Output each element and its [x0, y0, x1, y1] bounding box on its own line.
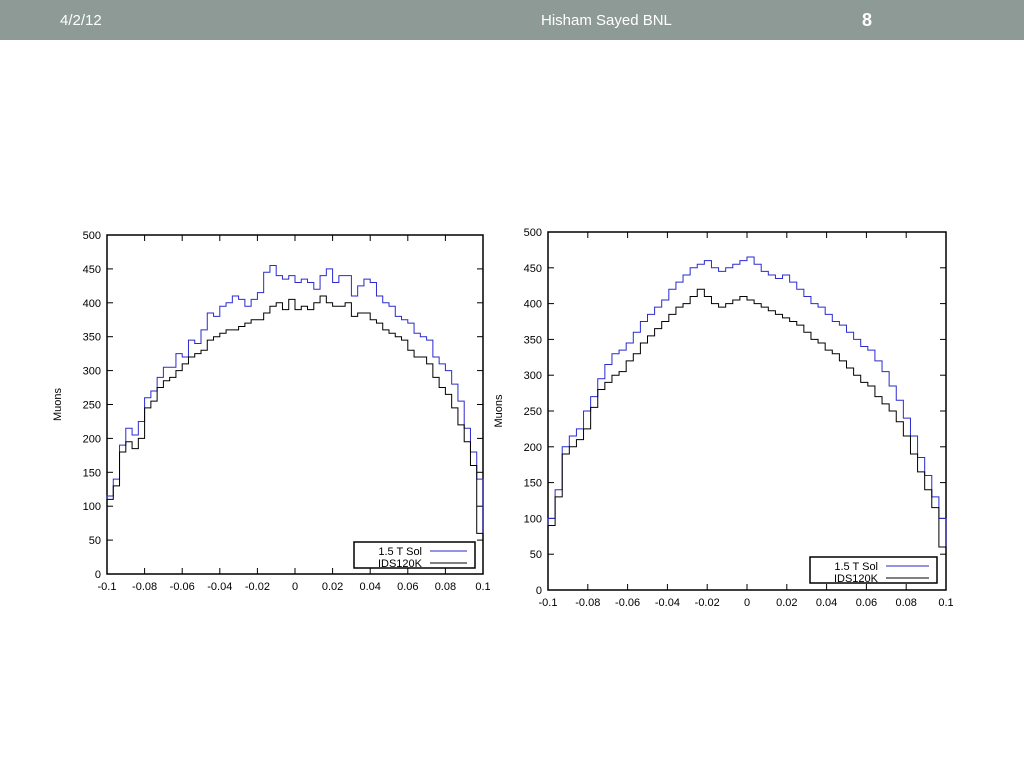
x-tick-label: -0.06 — [615, 597, 640, 609]
y-tick-label: 450 — [83, 264, 101, 276]
legend-label: 1.5 T Sol — [834, 561, 878, 573]
legend-label: IDS120K — [378, 558, 423, 570]
y-axis-label: Muons — [493, 394, 505, 428]
legend-label: IDS120K — [834, 573, 879, 585]
y-tick-label: 350 — [524, 334, 542, 346]
y-tick-label: 150 — [83, 467, 101, 479]
y-tick-label: 350 — [83, 332, 101, 344]
x-tick-label: 0.02 — [776, 597, 797, 609]
x-tick-label: -0.08 — [132, 581, 157, 593]
x-tick-label: 0.04 — [816, 597, 837, 609]
y-tick-label: 250 — [83, 400, 101, 412]
x-tick-label: 0.02 — [322, 581, 343, 593]
histogram-chart-right: 0 50 100 150 200 250 300 350 400 450 500 -0.1 -0.08 -… — [493, 227, 954, 609]
slide-author: Hisham Sayed BNL — [541, 12, 672, 29]
series-line-ids120k — [547, 288, 947, 590]
y-tick-label: 100 — [83, 501, 101, 513]
y-tick-label: 200 — [83, 433, 101, 445]
y-tick-label: 250 — [524, 406, 542, 418]
slide-header-bar: 4/2/12 Hisham Sayed BNL 8 — [0, 0, 1024, 40]
y-tick-label: 400 — [83, 298, 101, 310]
slide-page-number: 8 — [862, 10, 873, 30]
series-line-sol — [547, 256, 947, 590]
y-tick-label: 100 — [524, 513, 542, 525]
x-tick-label: 0 — [292, 581, 298, 593]
x-tick-label: -0.1 — [98, 581, 117, 593]
y-tick-label: 400 — [524, 299, 542, 311]
y-tick-label: 0 — [95, 569, 101, 581]
slide-date: 4/2/12 — [60, 12, 102, 29]
x-tick-label: 0.04 — [359, 581, 380, 593]
plot-frame — [106, 234, 484, 575]
x-tick-label: -0.04 — [207, 581, 232, 593]
y-axis-label: Muons — [52, 387, 64, 421]
y-tick-label: 300 — [83, 366, 101, 378]
y-tick-label: 500 — [524, 227, 542, 239]
x-tick-label: 0.08 — [895, 597, 916, 609]
legend-label: 1.5 T Sol — [378, 546, 422, 558]
x-tick-label: 0 — [744, 597, 750, 609]
x-tick-label: 0.1 — [938, 597, 953, 609]
x-tick-label: 0.08 — [435, 581, 456, 593]
x-tick-label: -0.04 — [655, 597, 680, 609]
x-tick-label: -0.02 — [245, 581, 270, 593]
x-tick-label: -0.06 — [170, 581, 195, 593]
y-tick-label: 200 — [524, 442, 542, 454]
x-tick-label: 0.06 — [856, 597, 877, 609]
x-tick-label: 0.06 — [397, 581, 418, 593]
series-line-sol — [106, 265, 484, 574]
y-tick-label: 500 — [83, 230, 101, 242]
y-tick-label: 50 — [89, 535, 101, 547]
y-tick-label: 150 — [524, 478, 542, 490]
x-tick-label: -0.1 — [539, 597, 558, 609]
x-tick-label: -0.02 — [695, 597, 720, 609]
plot-frame — [547, 231, 947, 591]
y-tick-label: 300 — [524, 370, 542, 382]
y-tick-label: 450 — [524, 263, 542, 275]
y-tick-label: 0 — [536, 585, 542, 597]
histogram-chart-left: 0 50 100 150 200 250 300 350 400 450 500 -0.1 -0.08 -… — [52, 230, 491, 593]
x-tick-label: -0.08 — [575, 597, 600, 609]
y-tick-label: 50 — [530, 549, 542, 561]
